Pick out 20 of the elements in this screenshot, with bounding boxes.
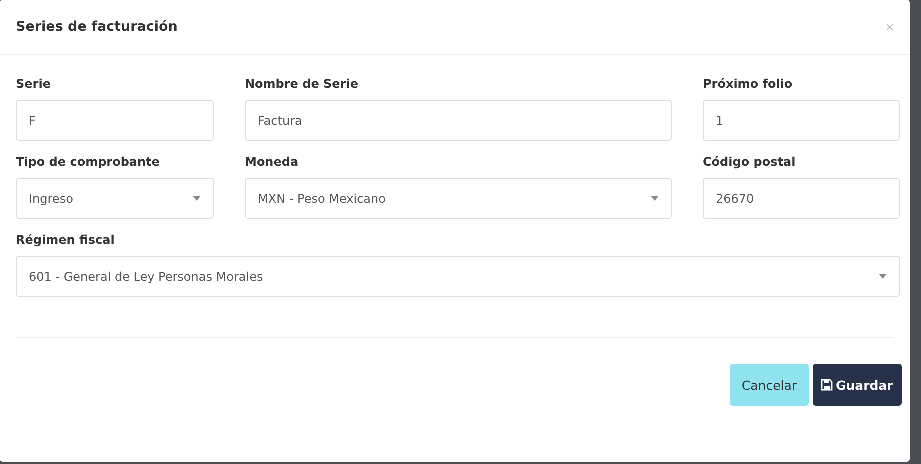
field-label: Tipo de comprobante <box>16 155 161 169</box>
caret-icon <box>651 196 659 201</box>
caret-icon <box>193 196 201 201</box>
input-field[interactable]: 26670 <box>703 178 900 219</box>
input-field[interactable]: 1 <box>703 100 900 141</box>
input-field[interactable]: F <box>16 100 214 141</box>
input-field[interactable]: Factura <box>245 100 672 141</box>
cancel-button[interactable]: Cancelar <box>730 364 809 406</box>
field-label: Serie <box>16 77 52 91</box>
save-button[interactable]: Guardar <box>813 364 902 406</box>
field-label: Moneda <box>245 155 300 169</box>
caret-icon <box>879 274 887 279</box>
select-field[interactable]: Ingreso <box>16 178 214 219</box>
field-label: Nombre de Serie <box>245 77 360 91</box>
dialog-title: Series de facturación <box>16 19 178 35</box>
select-field[interactable]: 601 - General de Ley Personas Morales <box>16 256 900 297</box>
field-label: Código postal <box>703 155 797 169</box>
select-field[interactable]: MXN - Peso Mexicano <box>245 178 672 219</box>
field-label: Régimen fiscal <box>16 233 116 247</box>
field-label: Próximo folio <box>703 77 794 91</box>
